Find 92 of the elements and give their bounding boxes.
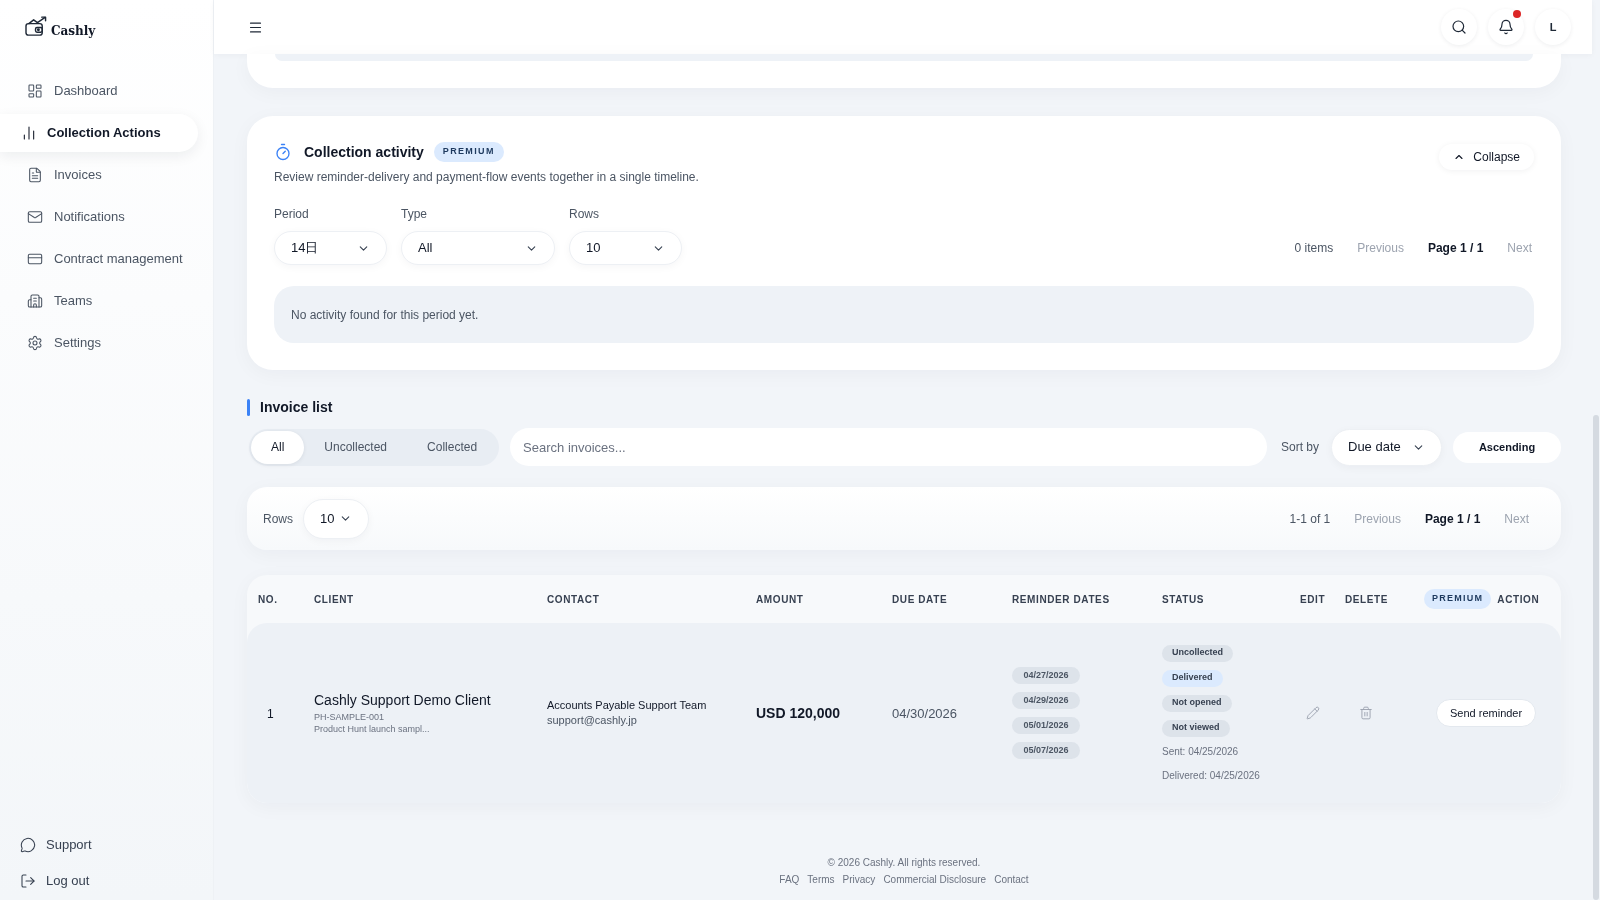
footer-link[interactable]: Privacy [842,873,876,887]
document-icon [27,167,43,183]
column-header: CLIENT [314,592,354,607]
footer-link[interactable]: FAQ [779,873,800,887]
premium-badge: PREMIUM [433,142,504,162]
nav-item[interactable]: Contract management [0,240,198,278]
row-number: 1 [267,707,274,721]
settings-icon [27,335,43,351]
due-date-text: 04/30/2026 [892,706,958,721]
reminder-date-tag: 04/27/2026 [1012,667,1080,684]
building-icon [27,293,43,309]
page-indicator: Page 1 / 1 [1427,240,1484,257]
column-header: DELETE [1345,592,1389,607]
contact-email: support@cashly.jp [547,713,637,728]
page-indicator: Page 1 / 1 [1424,510,1481,528]
amount-text: USD 120,000 [756,705,841,721]
premium-badge: PREMIUM [1424,589,1492,609]
status-tag: Uncollected [1162,644,1233,662]
pencil-icon [1306,706,1320,720]
field-label: Type [401,206,428,222]
item-count: 0 items [1294,240,1334,257]
nav-item[interactable]: Invoices [0,156,198,194]
logout-icon [20,873,36,889]
nav-item[interactable]: Dashboard [0,72,198,110]
wallet-logo-icon [25,16,48,37]
trash-icon [1359,706,1373,720]
reminder-date-tag: 05/07/2026 [1012,742,1080,759]
scrollbar-thumb[interactable] [1593,415,1599,900]
client-name: Cashly Support Demo Client [314,691,491,709]
filter-dropdown[interactable]: 14日 [274,231,387,265]
nav-item[interactable]: Teams [0,282,198,320]
column-header: NO. [258,592,278,607]
bell-icon [1498,19,1514,35]
footer-link[interactable]: Commercial Disclosure [883,873,987,887]
nav-item[interactable]: Collection Actions [0,114,198,152]
status-tag: Delivered [1162,669,1223,687]
nav-item[interactable]: Support [0,828,213,862]
field-label: Period [274,206,310,222]
search-field[interactable]: Search invoices... [510,428,1267,466]
section-description: Review reminder-delivery and payment-flow events together in a single timeline. [274,169,700,185]
filter-dropdown[interactable]: 10 [569,231,682,265]
rows-label: Rows [263,510,293,528]
bar-chart-icon [21,125,37,141]
rows-dropdown[interactable]: 10 [303,498,369,539]
filter-tab[interactable]: Collected [407,430,498,464]
accent-bar [247,399,250,416]
nav-item[interactable]: Log out [0,864,213,898]
sent-date-text: Sent: 04/25/2026 [1162,745,1239,758]
client-code: PH-SAMPLE-001 [314,711,385,723]
section-title: Invoice list [260,398,333,417]
client-note: Product Hunt launch sampl... [314,723,430,735]
grid-icon [27,83,43,99]
column-header: REMINDER DATES [1012,592,1110,607]
status-tag: Not viewed [1162,719,1230,737]
stopwatch-icon [274,143,292,161]
nav-item[interactable]: Settings [0,324,198,362]
column-header: AMOUNT [756,592,804,607]
contact-name: Accounts Payable Support Team [547,698,707,713]
column-header: EDIT [1300,592,1326,607]
envelope-icon [27,209,43,225]
sort-label: Sort by [1281,439,1319,456]
collapse-button[interactable]: Collapse [1439,144,1534,170]
card-icon [27,251,43,267]
reminder-date-tag: 05/01/2026 [1012,717,1080,734]
filter-tab[interactable]: All [251,430,305,464]
reminder-date-tag: 04/29/2026 [1012,692,1080,709]
menu-icon [247,19,263,35]
range-text: 1-1 of 1 [1289,510,1331,528]
filter-dropdown[interactable]: All [401,231,555,265]
filter-tab[interactable]: Uncollected [304,430,408,464]
column-header: ACTION [1497,592,1540,607]
status-tag: Not opened [1162,694,1232,712]
avatar-button[interactable]: L [1535,9,1571,45]
copyright-text: © 2026 Cashly. All rights reserved. [827,856,981,870]
sort-order-button[interactable]: Ascending [1453,431,1561,463]
column-header: DUE DATE [892,592,948,607]
chat-bubble-icon [20,837,36,853]
footer-link[interactable]: Terms [807,873,835,887]
search-button[interactable] [1441,9,1477,45]
column-header: CONTACT [547,592,600,607]
section-title: Collection activity [304,142,424,162]
empty-state-message: No activity found for this period yet. [274,286,1534,343]
logo-text: Cashly [51,23,96,40]
field-label: Rows [569,206,600,222]
delivered-date-text: Delivered: 04/25/2026 [1162,769,1260,782]
send-reminder-button[interactable]: Send reminder [1436,699,1537,727]
search-icon [1451,19,1467,35]
column-header: STATUS [1162,592,1205,607]
notifications-button[interactable] [1488,9,1524,45]
sort-dropdown[interactable]: Due date [1331,428,1442,466]
nav-item[interactable]: Notifications [0,198,198,236]
footer-link[interactable]: Contact [994,873,1029,887]
